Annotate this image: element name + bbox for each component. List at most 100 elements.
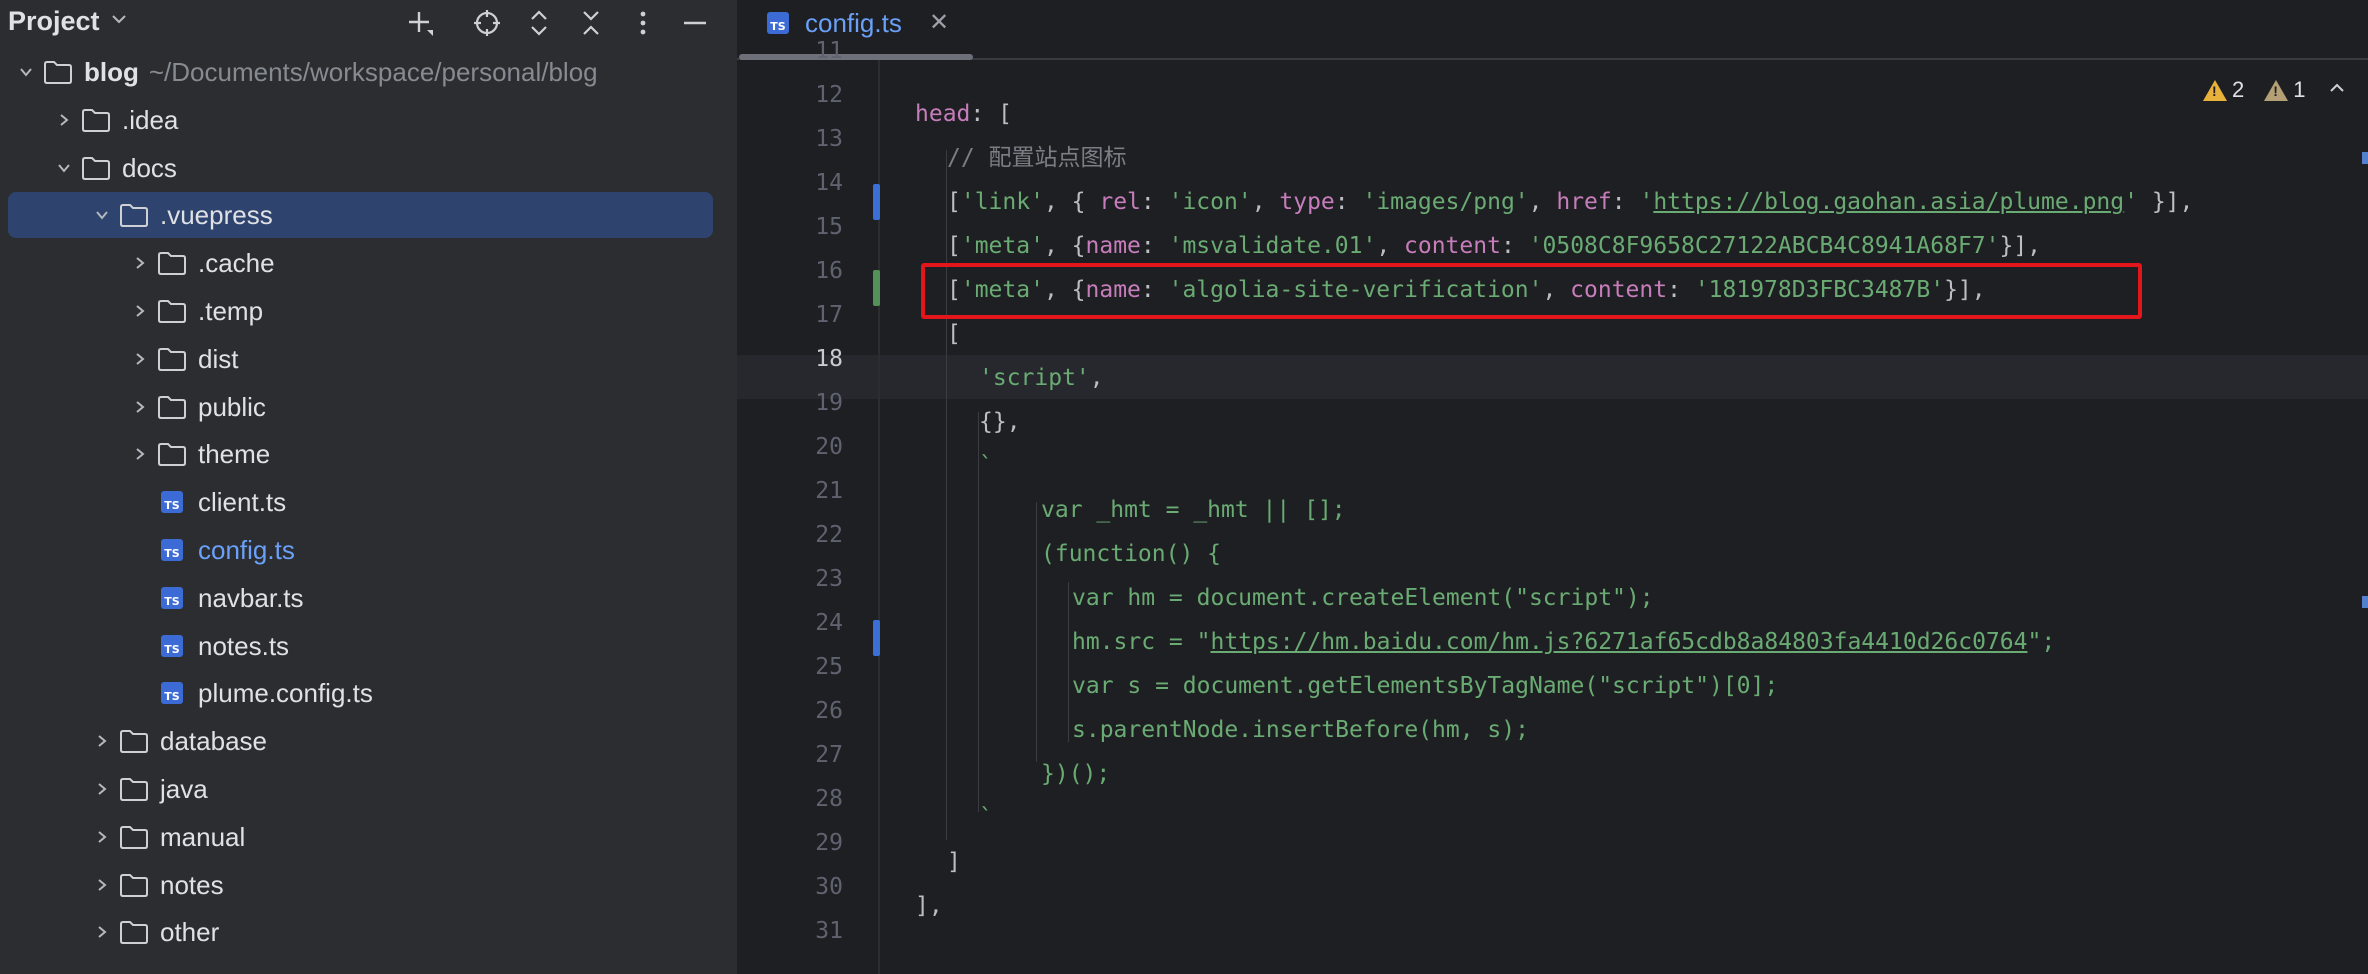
tree-item-label: docs bbox=[122, 152, 177, 183]
tree-file-item[interactable]: TS config.ts bbox=[8, 527, 713, 573]
tree-folder-item[interactable]: dist bbox=[8, 336, 713, 382]
chevron-right-icon[interactable] bbox=[130, 444, 150, 464]
chevron-right-icon[interactable] bbox=[92, 779, 112, 799]
vcs-modified-marker[interactable] bbox=[873, 184, 880, 220]
tree-item-label: public bbox=[198, 391, 266, 422]
url-link[interactable]: https://blog.gaohan.asia/plume.png bbox=[1653, 189, 2124, 215]
chevron-right-icon[interactable] bbox=[92, 922, 112, 942]
folder-icon bbox=[156, 393, 188, 421]
tree-item-label: java bbox=[160, 773, 208, 804]
tree-file-item[interactable]: TS plume.config.ts bbox=[8, 670, 713, 716]
close-icon[interactable]: ✕ bbox=[929, 8, 949, 37]
tree-folder-item[interactable]: blog ~/Documents/workspace/personal/blog bbox=[8, 49, 713, 95]
chevron-right-icon[interactable] bbox=[92, 731, 112, 751]
more-options-icon[interactable] bbox=[624, 4, 662, 42]
tree-folder-item[interactable]: java bbox=[8, 766, 713, 812]
tree-folder-item[interactable]: manual bbox=[8, 814, 713, 860]
tree-folder-item[interactable]: theme bbox=[8, 431, 713, 477]
tree-item-label: navbar.ts bbox=[198, 582, 304, 613]
code-line-12: head: [ bbox=[915, 101, 1012, 127]
code-editor: TS config.ts ✕ 11 12 13 14 15 16 17 18 19 20 21 22 2… bbox=[737, 0, 2368, 974]
indent-guide bbox=[1068, 582, 1069, 742]
code-content[interactable]: head: [ // 配置站点图标 ['link', { rel: 'icon'… bbox=[737, 0, 2193, 974]
annotation-highlight-box bbox=[921, 263, 2142, 319]
warning-icon: ! bbox=[2203, 79, 2227, 101]
tree-folder-item[interactable]: .temp bbox=[8, 288, 713, 334]
tree-folder-item[interactable]: docs bbox=[8, 145, 713, 191]
tree-item-label: theme bbox=[198, 438, 271, 469]
chevron-right-icon[interactable] bbox=[130, 397, 150, 417]
editor-tab-bar: TS config.ts ✕ bbox=[737, 0, 2368, 60]
stripe-marker[interactable] bbox=[2362, 152, 2368, 164]
tree-item-label: .temp bbox=[198, 295, 264, 326]
code-line-27: })(); bbox=[1041, 761, 1111, 787]
tree-item-label: database bbox=[160, 725, 267, 756]
url-link[interactable]: https://hm.baidu.com/hm.js?6271af65cdb8a… bbox=[1210, 629, 2027, 655]
typescript-file-icon: TS bbox=[156, 632, 188, 660]
stripe-marker[interactable] bbox=[2362, 596, 2368, 608]
tree-item-label: manual bbox=[160, 821, 246, 852]
locate-file-icon[interactable] bbox=[468, 4, 506, 42]
tree-folder-item[interactable]: database bbox=[8, 718, 713, 764]
tree-item-label: config.ts bbox=[198, 534, 295, 565]
vcs-modified-marker[interactable] bbox=[873, 620, 880, 656]
chevron-right-icon[interactable] bbox=[130, 301, 150, 321]
chevron-down-icon[interactable] bbox=[92, 205, 112, 225]
tree-folder-item[interactable]: .idea bbox=[8, 97, 713, 143]
project-panel: Project blog ~/Documents/workspace/perso… bbox=[0, 0, 737, 974]
tree-item-label: .cache bbox=[198, 247, 275, 278]
chevron-right-icon[interactable] bbox=[130, 349, 150, 369]
expand-all-icon[interactable] bbox=[520, 4, 558, 42]
tree-folder-item[interactable]: other bbox=[8, 909, 713, 955]
folder-icon bbox=[118, 823, 150, 851]
code-line-28: ` bbox=[979, 805, 993, 831]
vcs-added-marker[interactable] bbox=[873, 270, 880, 306]
hide-panel-icon[interactable] bbox=[676, 4, 714, 42]
folder-icon bbox=[156, 345, 188, 373]
code-line-29: ] bbox=[947, 849, 961, 875]
typescript-file-icon: TS bbox=[156, 679, 188, 707]
new-file-icon[interactable] bbox=[401, 4, 439, 42]
tree-folder-item[interactable]: .vuepress bbox=[8, 192, 713, 238]
folder-icon bbox=[156, 249, 188, 277]
chevron-down-icon[interactable] bbox=[110, 10, 128, 34]
code-line-30: ], bbox=[915, 893, 943, 919]
tree-file-item[interactable]: TS client.ts bbox=[8, 479, 713, 525]
weak-warning-icon: ! bbox=[2264, 79, 2289, 101]
code-line-21: var _hmt = _hmt || []; bbox=[1041, 497, 1346, 523]
code-line-15: ['meta', {name: 'msvalidate.01', content… bbox=[947, 233, 2042, 259]
collapse-all-icon[interactable] bbox=[572, 4, 610, 42]
inspection-widget[interactable]: ! 2 ! 1 bbox=[2203, 74, 2346, 106]
tree-folder-item[interactable]: public bbox=[8, 384, 713, 430]
tree-item-label: plume.config.ts bbox=[198, 677, 373, 708]
tree-folder-item[interactable]: .cache bbox=[8, 240, 713, 286]
chevron-right-icon[interactable] bbox=[54, 110, 74, 130]
chevron-right-icon[interactable] bbox=[92, 827, 112, 847]
code-line-19: {}, bbox=[979, 409, 1021, 435]
tree-file-item[interactable]: TS navbar.ts bbox=[8, 575, 713, 621]
tree-file-item[interactable]: TS notes.ts bbox=[8, 623, 713, 669]
folder-icon bbox=[118, 871, 150, 899]
tree-item-label: client.ts bbox=[198, 486, 287, 517]
error-stripe[interactable] bbox=[2360, 60, 2368, 974]
project-title[interactable]: Project bbox=[8, 6, 100, 37]
folder-icon bbox=[118, 201, 150, 229]
tree-folder-item[interactable]: notes bbox=[8, 862, 713, 908]
code-line-18: 'script', bbox=[979, 365, 1104, 391]
chevron-down-icon[interactable] bbox=[54, 158, 74, 178]
tree-item-label: notes.ts bbox=[198, 630, 290, 661]
chevron-right-icon[interactable] bbox=[92, 875, 112, 895]
tree-item-label: .idea bbox=[122, 104, 179, 135]
folder-icon bbox=[118, 727, 150, 755]
code-line-22: (function() { bbox=[1041, 541, 1222, 567]
typescript-file-icon: TS bbox=[156, 584, 188, 612]
indent-guide bbox=[1036, 502, 1037, 762]
project-path: ~/Documents/workspace/personal/blog bbox=[148, 56, 598, 87]
chevron-down-icon[interactable] bbox=[16, 62, 36, 82]
weak-warning-count: 1 bbox=[2293, 77, 2306, 102]
folder-icon bbox=[118, 918, 150, 946]
code-line-23: var hm = document.createElement("script"… bbox=[1072, 585, 1654, 611]
chevron-up-icon[interactable] bbox=[2328, 77, 2346, 103]
chevron-right-icon[interactable] bbox=[130, 253, 150, 273]
folder-icon bbox=[118, 775, 150, 803]
